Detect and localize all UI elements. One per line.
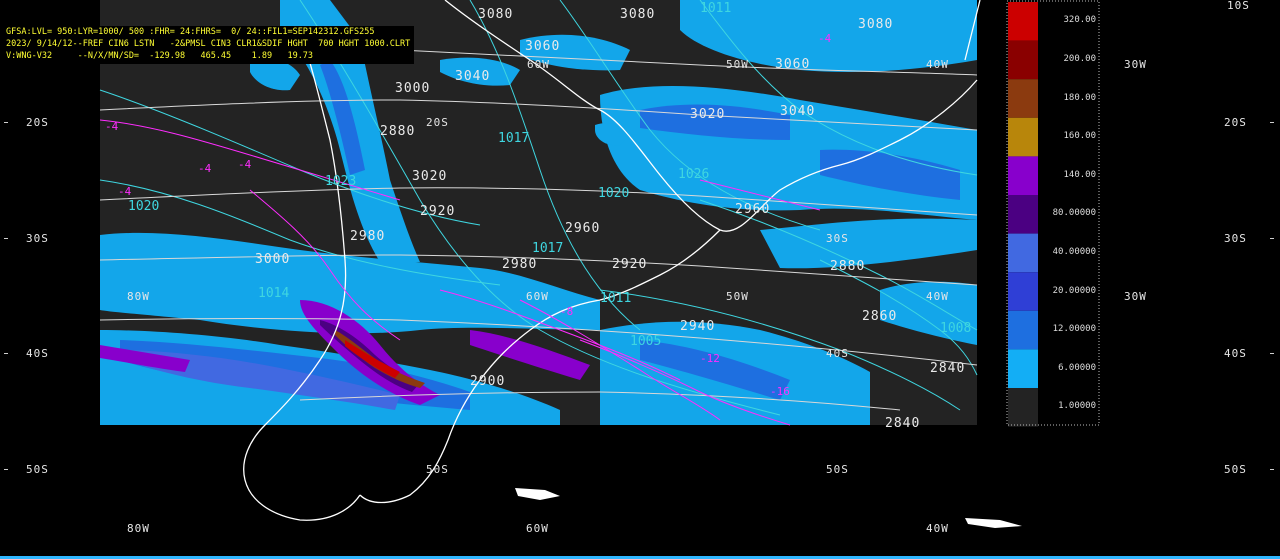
contour-label: 2900 [470,374,505,389]
pressure-label: 1023 [325,174,356,189]
lon-label: 40W [926,290,949,303]
contour-label: 3020 [690,107,725,122]
lat-label: 50S [26,463,49,476]
lon-label: 80W [127,522,150,535]
pressure-label: 1014 [258,286,289,301]
contour-label: 2860 [862,309,897,324]
contour-label: 3060 [775,57,810,72]
header-line-3: V:WNG-V32 --N/X/MN/SD= -129.98 465.45 1.… [6,51,314,61]
contour-label: 2980 [350,229,385,244]
colorbar-label: 80.00000 [1052,208,1096,219]
lat-label: 30S [26,232,49,245]
lat-label: 30S [1224,232,1247,245]
pressure-label: 1011 [700,1,731,16]
contour-label: 3040 [455,69,490,84]
colorbar-label: 320.00 [1063,15,1096,26]
colorbar [1008,2,1038,427]
lon-label: 50W [726,58,749,71]
colorbar-label: 160.00 [1063,131,1096,142]
lat-label: 50S [1224,463,1247,476]
contour-label: 2840 [885,416,920,431]
contour-label: 2960 [565,221,600,236]
colorbar-swatch [1008,117,1038,157]
pressure-label: 1026 [678,167,709,182]
map-viewport: 3080 3080 3060 3040 3020 3040 3000 3000 … [0,0,1280,559]
contour-label: 3080 [620,7,655,22]
contour-label: 2980 [502,257,537,272]
header-text: GFSA:LVL= 950:LYR=1000/ 500 :FHR= 24:FHR… [6,26,415,64]
lon-label: 40W [926,58,949,71]
colorbar-swatch [1008,388,1038,427]
tendency-label: -4 [198,162,212,175]
lat-label: 20S [426,116,449,129]
lon-label: 50W [726,290,749,303]
tendency-label: -12 [700,352,720,365]
colorbar-swatch [1008,195,1038,234]
contour-label: 2920 [612,257,647,272]
colorbar-swatch [1008,40,1038,80]
lat-label: 10S [1227,0,1250,12]
lon-label: 60W [526,522,549,535]
colorbar-swatch [1008,349,1038,388]
contour-label: 3000 [255,252,290,267]
header-line-1: GFSA:LVL= 950:LYR=1000/ 500 :FHR= 24:FHR… [6,27,375,37]
pressure-label: 1020 [128,199,159,214]
colorbar-label: 140.00 [1063,169,1096,180]
colorbar-label: 40.00000 [1052,246,1096,257]
colorbar-label: 20.00000 [1052,285,1096,296]
lat-label: 20S [26,116,49,129]
lat-label: 50S [426,463,449,476]
lon-label: 80W [127,290,150,303]
pressure-label: 1005 [630,334,661,349]
colorbar-label: 12.00000 [1052,324,1096,335]
pressure-label: 1020 [598,186,629,201]
contour-label: 3020 [412,169,447,184]
pressure-label: 1011 [600,291,631,306]
lon-label: 60W [527,58,550,71]
contour-label: 2880 [830,259,865,274]
contour-label: 3000 [395,81,430,96]
colorbar-label: 6.00000 [1058,362,1096,373]
contour-label: 2840 [930,361,965,376]
colorbar-swatch [1008,272,1038,311]
colorbar-swatch [1008,2,1038,41]
pressure-label: 1017 [498,131,529,146]
lon-label: 60W [526,290,549,303]
map-canvas: 3080 3080 3060 3040 3020 3040 3000 3000 … [4,0,1274,535]
contour-label: 3060 [525,39,560,54]
tendency-label: -16 [770,385,790,398]
contour-label: 2880 [380,124,415,139]
colorbar-label: 200.00 [1063,53,1096,64]
contour-label: 2920 [420,204,455,219]
lon-label: 30W [1124,58,1147,71]
contour-label: 3080 [858,17,893,32]
lat-label: 40S [26,347,49,360]
lat-label: 20S [1224,116,1247,129]
header-line-2: 2023/ 9/14/12--FREF CIN6 LSTN -2&PMSL CI… [6,39,411,49]
tendency-label: -4 [238,158,252,171]
lat-label: 50S [826,463,849,476]
contour-label: 3080 [478,7,513,22]
contour-label: 2960 [735,202,770,217]
contour-label: 2940 [680,319,715,334]
lat-label: 40S [826,347,849,360]
colorbar-swatch [1008,156,1038,195]
tendency-label: -4 [818,32,832,45]
colorbar-label: 180.00 [1063,92,1096,103]
tendency-label: -8 [560,305,573,318]
colorbar-swatch [1008,79,1038,118]
tendency-label: -4 [118,185,132,198]
colorbar-swatch [1008,233,1038,273]
lat-label: 40S [1224,347,1247,360]
lat-label: 30S [826,232,849,245]
pressure-label: 1017 [532,241,563,256]
tendency-label: -4 [105,120,119,133]
colorbar-swatch [1008,310,1038,350]
pressure-label: 1008 [940,321,971,336]
lon-label: 30W [1124,290,1147,303]
contour-label: 3040 [780,104,815,119]
lon-label: 40W [926,522,949,535]
colorbar-label: 1.00000 [1058,401,1096,412]
